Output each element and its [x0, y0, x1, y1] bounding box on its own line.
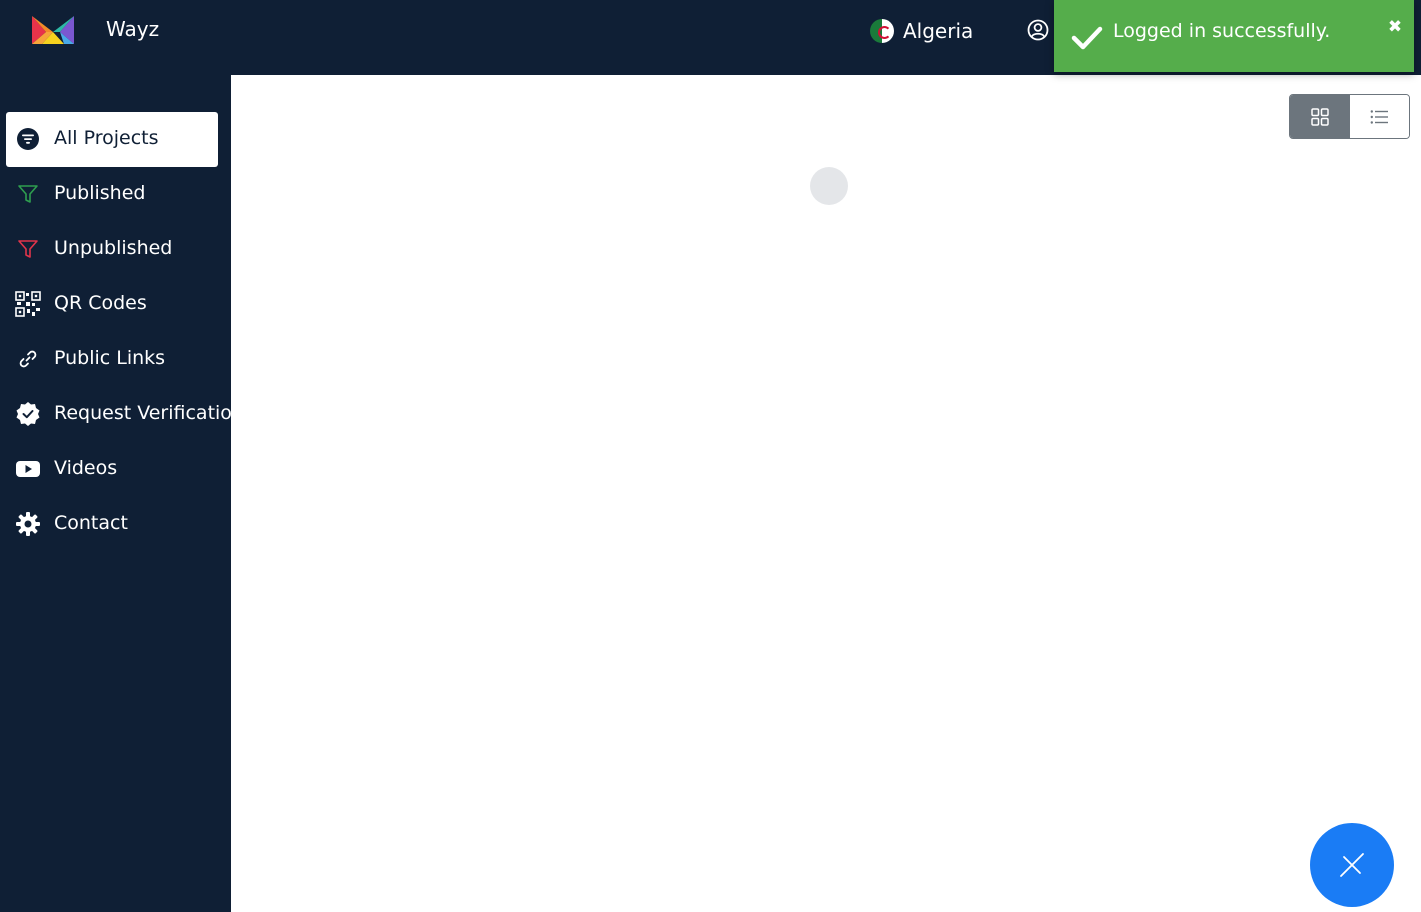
- youtube-icon: [15, 456, 41, 482]
- sidebar-item-published[interactable]: Published: [6, 167, 218, 222]
- view-toggle: [1289, 94, 1410, 139]
- verified-badge-icon: [15, 401, 41, 427]
- qr-code-icon: [15, 291, 41, 317]
- country-label: Algeria: [903, 19, 974, 43]
- sidebar-item-label: QR Codes: [54, 292, 147, 314]
- sidebar-item-contact[interactable]: Contact: [6, 497, 218, 552]
- close-icon: [1340, 853, 1364, 877]
- list-view-button[interactable]: [1349, 95, 1409, 138]
- wayz-logo[interactable]: [30, 12, 76, 48]
- sidebar-item-label: Unpublished: [54, 237, 173, 259]
- sidebar-item-label: Contact: [54, 512, 128, 534]
- sidebar-item-label: All Projects: [54, 127, 159, 149]
- user-account-icon[interactable]: [1027, 19, 1049, 41]
- brand-name: Wayz: [106, 17, 160, 41]
- checkmark-icon: [1071, 26, 1103, 50]
- funnel-icon: [15, 181, 41, 207]
- link-icon: [15, 346, 41, 372]
- sidebar-item-public-links[interactable]: Public Links: [6, 332, 218, 387]
- sidebar-item-unpublished[interactable]: Unpublished: [6, 222, 218, 277]
- loading-spinner: [810, 167, 848, 205]
- gear-icon: [15, 511, 41, 537]
- sidebar-item-label: Public Links: [54, 347, 166, 369]
- toast-message: Logged in successfully.: [1113, 20, 1331, 42]
- sidebar-item-label: Videos: [54, 457, 118, 479]
- sidebar-item-label: Published: [54, 182, 146, 204]
- algeria-flag-icon: [870, 19, 894, 43]
- sidebar-item-request-verification[interactable]: Request Verification: [6, 387, 246, 442]
- country-selector[interactable]: Algeria: [870, 18, 973, 44]
- success-toast: Logged in successfully. ✖: [1054, 0, 1414, 72]
- grid-icon: [1311, 107, 1329, 126]
- floating-action-button[interactable]: [1310, 823, 1394, 907]
- sidebar-item-videos[interactable]: Videos: [6, 442, 218, 497]
- filter-circle-icon: [15, 126, 41, 152]
- grid-view-button[interactable]: [1290, 95, 1350, 138]
- sidebar-item-label: Request Verification: [54, 402, 244, 424]
- app-root: Wayz Algeria All Projects Published Unpu…: [0, 0, 1421, 912]
- funnel-icon: [15, 236, 41, 262]
- toast-close-icon[interactable]: ✖: [1386, 18, 1404, 36]
- list-icon: [1370, 109, 1389, 124]
- sidebar: All Projects Published Unpublished QR Co…: [0, 75, 244, 912]
- main-content: [231, 75, 1421, 912]
- sidebar-item-qr-codes[interactable]: QR Codes: [6, 277, 218, 332]
- sidebar-item-all-projects[interactable]: All Projects: [6, 112, 218, 167]
